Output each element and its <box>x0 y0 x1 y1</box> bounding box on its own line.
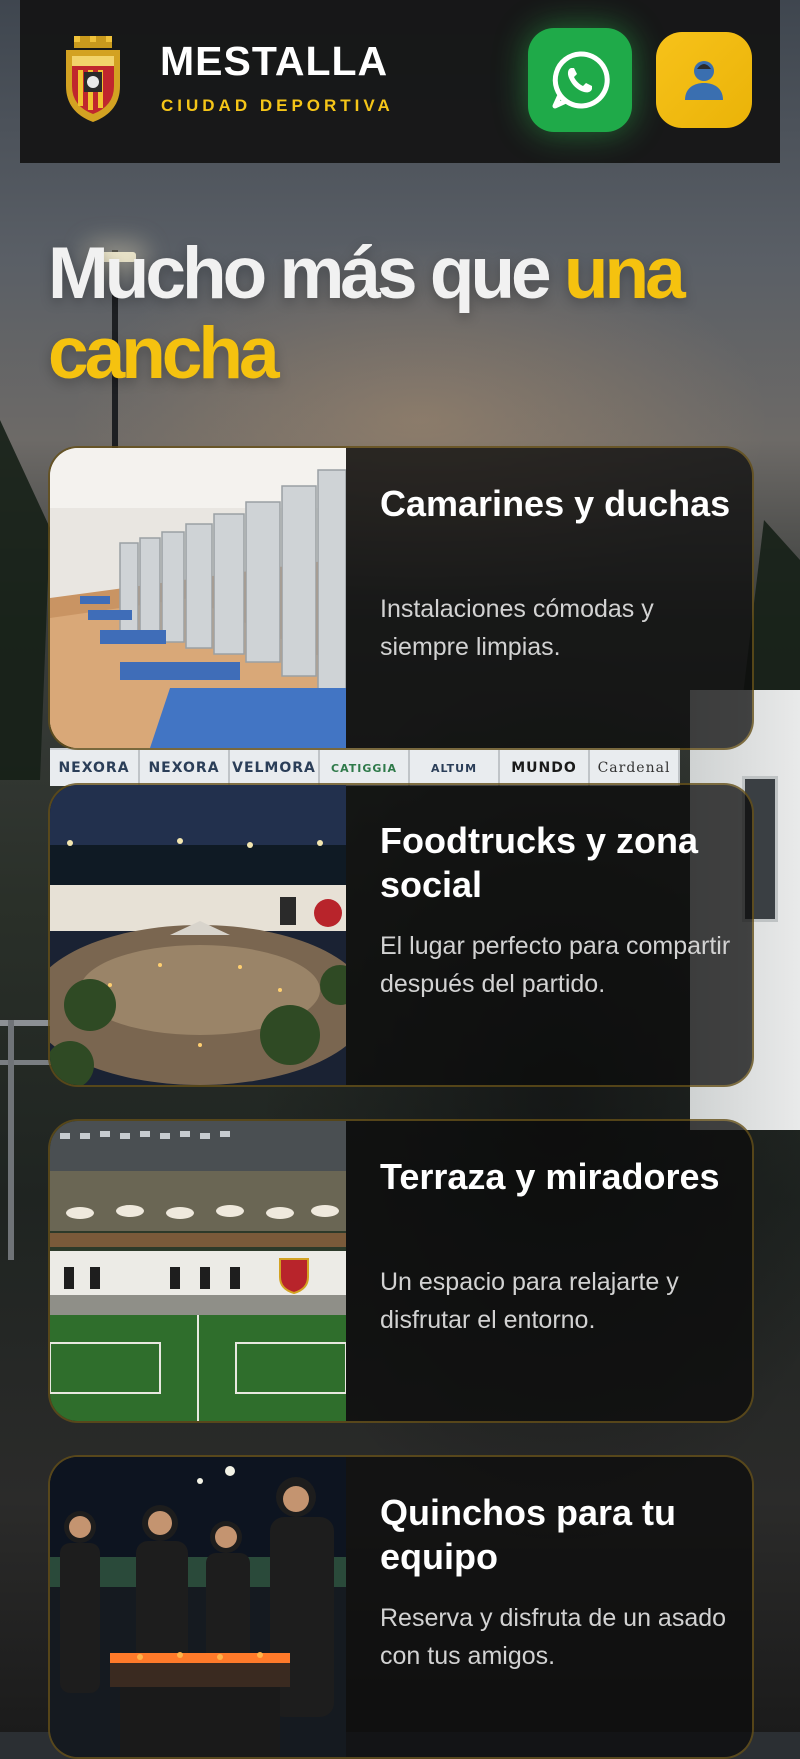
feature-card-terrace[interactable]: Terraza y miradores Un espacio para rela… <box>48 1119 754 1423</box>
feature-card-social-zone[interactable]: Foodtrucks y zona social El lugar perfec… <box>48 783 754 1087</box>
feature-card-quinchos[interactable]: Quinchos para tu equipo Reserva y disfru… <box>48 1455 754 1759</box>
hero-heading: Mucho más que una cancha <box>48 234 748 394</box>
locker-room-photo <box>50 448 346 748</box>
feature-card-body: Terraza y miradores Un espacio para rela… <box>346 1121 752 1421</box>
user-icon <box>685 61 723 100</box>
background-fence-post <box>8 1020 14 1260</box>
feature-card-description: Instalaciones cómodas y siempre limpias. <box>380 595 654 661</box>
sponsor-label: CATIGGIA <box>320 750 410 786</box>
feature-card-title: Terraza y miradores <box>380 1156 720 1197</box>
feature-card-title: Camarines y duchas <box>380 483 731 524</box>
sponsor-label: NEXORA <box>140 750 230 786</box>
sponsor-label: VELMORA <box>230 750 320 786</box>
feature-card-description: Un espacio para relajarte y disfrutar el… <box>380 1268 679 1334</box>
whatsapp-button[interactable] <box>528 28 632 132</box>
feature-card-lockers[interactable]: Camarines y duchas Instalaciones cómodas… <box>48 446 754 750</box>
account-button[interactable] <box>656 32 752 128</box>
feature-card-title: Quinchos para tu equipo <box>380 1492 677 1577</box>
hero-heading-white: Mucho más que <box>48 233 564 314</box>
sponsor-banner: NEXORA NEXORA VELMORA CATIGGIA ALTUM MUN… <box>50 748 680 786</box>
whatsapp-icon <box>552 51 610 109</box>
sponsor-label: NEXORA <box>50 750 140 786</box>
feature-card-description: El lugar perfecto para compartir después… <box>380 932 731 998</box>
brand-subtitle: CIUDAD DEPORTIVA <box>161 96 394 115</box>
club-crest-logo[interactable] <box>60 36 126 122</box>
sponsor-label: MUNDO <box>500 750 590 786</box>
feature-card-title: Foodtrucks y zona social <box>380 820 699 905</box>
sponsor-label: Cardenal <box>590 750 680 786</box>
feature-card-body: Quinchos para tu equipo Reserva y disfru… <box>346 1457 752 1757</box>
barbecue-photo <box>50 1457 346 1757</box>
feature-card-body: Foodtrucks y zona social El lugar perfec… <box>346 785 752 1085</box>
sponsor-label: ALTUM <box>410 750 500 786</box>
feature-card-description: Reserva y disfruta de un asado con tus a… <box>380 1604 727 1670</box>
terrace-aerial-photo <box>50 1121 346 1421</box>
site-header: MESTALLA CIUDAD DEPORTIVA <box>20 0 780 163</box>
feature-card-body: Camarines y duchas Instalaciones cómodas… <box>346 448 752 748</box>
social-area-photo <box>50 785 346 1085</box>
brand-title: MESTALLA <box>160 38 389 84</box>
